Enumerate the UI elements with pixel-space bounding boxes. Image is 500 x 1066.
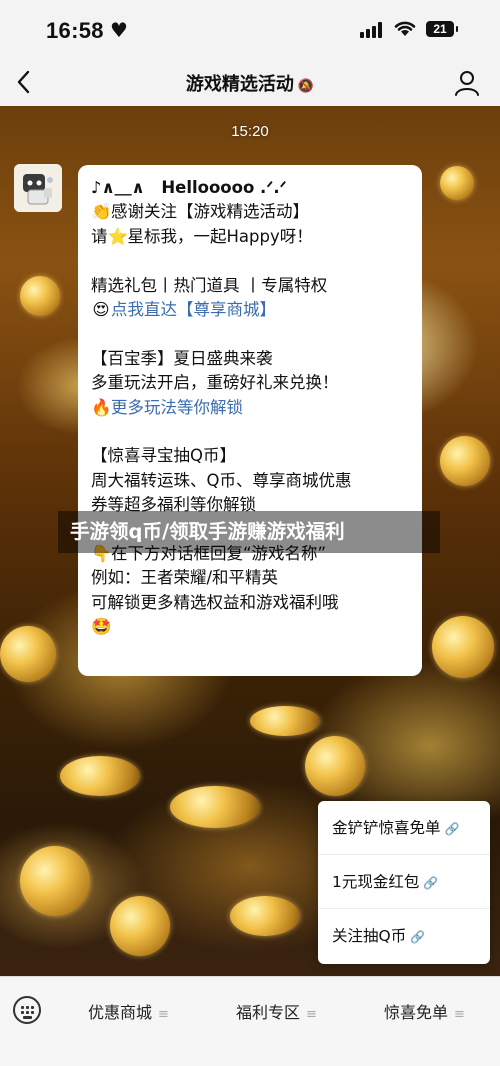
tab-label: 优惠商城 <box>88 1003 153 1022</box>
page-title-text: 游戏精选活动 <box>185 74 294 95</box>
more-play-link[interactable]: 更多玩法等你解锁 <box>111 398 243 417</box>
menu-item-label: 关注抽Q币 <box>332 927 407 945</box>
heart-icon: ♥ <box>110 18 128 42</box>
message-line-text: 请 <box>91 226 108 246</box>
message-line: 例如：王者荣耀/和平精英 <box>91 568 279 588</box>
fire-emoji-icon: 🔥 <box>91 397 112 417</box>
bottom-menu-bar: 优惠商城 ≡ 福利专区 ≡ 惊喜免单 ≡ <box>0 976 500 1066</box>
coin-decoration <box>305 736 365 796</box>
message-line: 【惊喜寻宝抽Q币】 <box>91 446 236 466</box>
tab-welfare-zone[interactable]: 福利专区 ≡ <box>236 999 317 1023</box>
coin-decoration <box>230 896 300 936</box>
signal-icon <box>360 22 386 38</box>
coin-decoration <box>440 166 474 200</box>
message-line[interactable]: 🔥更多玩法等你解锁 <box>91 396 410 420</box>
menu-lines-icon: ≡ <box>306 1007 317 1022</box>
nav-bar: 游戏精选活动 🔕 <box>0 60 500 106</box>
message-line: 【百宝季】夏日盛典来袭 <box>91 348 273 368</box>
status-time: 16:58 <box>46 18 104 43</box>
battery-icon: 21 <box>426 21 458 37</box>
menu-lines-icon: ≡ <box>158 1007 169 1022</box>
link-icon: 🔗 <box>423 876 439 890</box>
menu-item-label: 金铲铲惊喜免单 <box>332 819 441 837</box>
coin-decoration <box>170 786 260 828</box>
clap-emoji-icon: 👏 <box>91 202 112 222</box>
wifi-icon <box>393 18 417 43</box>
message-line: ♪∧＿∧ Hellooooo .ᐟ.ᐟ <box>91 178 287 197</box>
link-icon: 🔗 <box>410 930 426 944</box>
status-bar: 16:58 ♥ 21 <box>0 0 500 60</box>
message-line: 👏感谢关注【游戏精选活动】 <box>91 200 410 224</box>
submenu-popup: 金铲铲惊喜免单 🔗 1元现金红包 🔗 关注抽Q币 🔗 <box>318 801 490 964</box>
menu-lines-icon: ≡ <box>454 1007 465 1022</box>
message-line: 🤩 <box>91 615 410 639</box>
message-line: 可解锁更多精选权益和游戏福利哦 <box>91 592 339 612</box>
shop-link[interactable]: 点我直达【尊享商城】 <box>111 300 276 319</box>
heart-eyes-emoji-icon: 😍 <box>92 299 110 319</box>
message-line: 请⭐星标我，一起Happy呀！ <box>91 225 410 249</box>
coin-decoration <box>20 846 90 916</box>
coin-decoration <box>110 896 170 956</box>
keyboard-icon[interactable] <box>13 996 41 1024</box>
tab-discount-mall[interactable]: 优惠商城 ≡ <box>88 999 169 1023</box>
message-line-text: 星标我，一起Happy呀！ <box>127 226 313 246</box>
coin-decoration <box>60 756 140 796</box>
message-line-text: 感谢关注【游戏精选活动】 <box>111 202 309 222</box>
watermark-banner: 手游领q币/领取手游赚游戏福利 <box>58 511 440 553</box>
menu-item-red-packet[interactable]: 1元现金红包 🔗 <box>318 855 490 909</box>
menu-item-label: 1元现金红包 <box>332 873 420 891</box>
message-line: 多重玩法开启，重磅好礼来兑换！ <box>91 373 339 393</box>
tab-label: 惊喜免单 <box>384 1003 449 1022</box>
star-struck-emoji-icon: 🤩 <box>91 617 112 637</box>
coin-decoration <box>440 436 490 486</box>
coin-decoration <box>432 616 494 678</box>
message-line: 周大福转运珠、Q币、尊享商城优惠 <box>91 470 352 490</box>
message-line: 精选礼包丨热门道具 丨专属特权 <box>91 275 328 295</box>
message-timestamp: 15:20 <box>231 123 269 140</box>
menu-item-follow-q-coin[interactable]: 关注抽Q币 🔗 <box>318 909 490 963</box>
chat-area[interactable]: 15:20 ♪∧＿∧ Hellooooo .ᐟ.ᐟ 👏感谢关注【游戏精选活动】 … <box>0 106 500 976</box>
menu-item-free-order[interactable]: 金铲铲惊喜免单 🔗 <box>318 801 490 855</box>
mute-bell-icon: 🔕 <box>297 79 315 94</box>
avatar[interactable] <box>14 164 62 212</box>
message-bubble[interactable]: ♪∧＿∧ Hellooooo .ᐟ.ᐟ 👏感谢关注【游戏精选活动】 请⭐星标我，… <box>78 165 422 676</box>
coin-decoration <box>0 626 56 682</box>
star-emoji-icon: ⭐ <box>107 226 129 246</box>
coin-decoration <box>250 706 320 736</box>
page-title: 游戏精选活动 🔕 <box>0 70 500 96</box>
link-icon: 🔗 <box>444 822 460 836</box>
coin-decoration <box>20 276 60 316</box>
tab-surprise-free[interactable]: 惊喜免单 ≡ <box>384 999 465 1023</box>
tab-label: 福利专区 <box>236 1003 301 1022</box>
message-line[interactable]: 😍点我直达【尊享商城】 <box>91 298 410 322</box>
profile-icon[interactable] <box>452 68 482 98</box>
